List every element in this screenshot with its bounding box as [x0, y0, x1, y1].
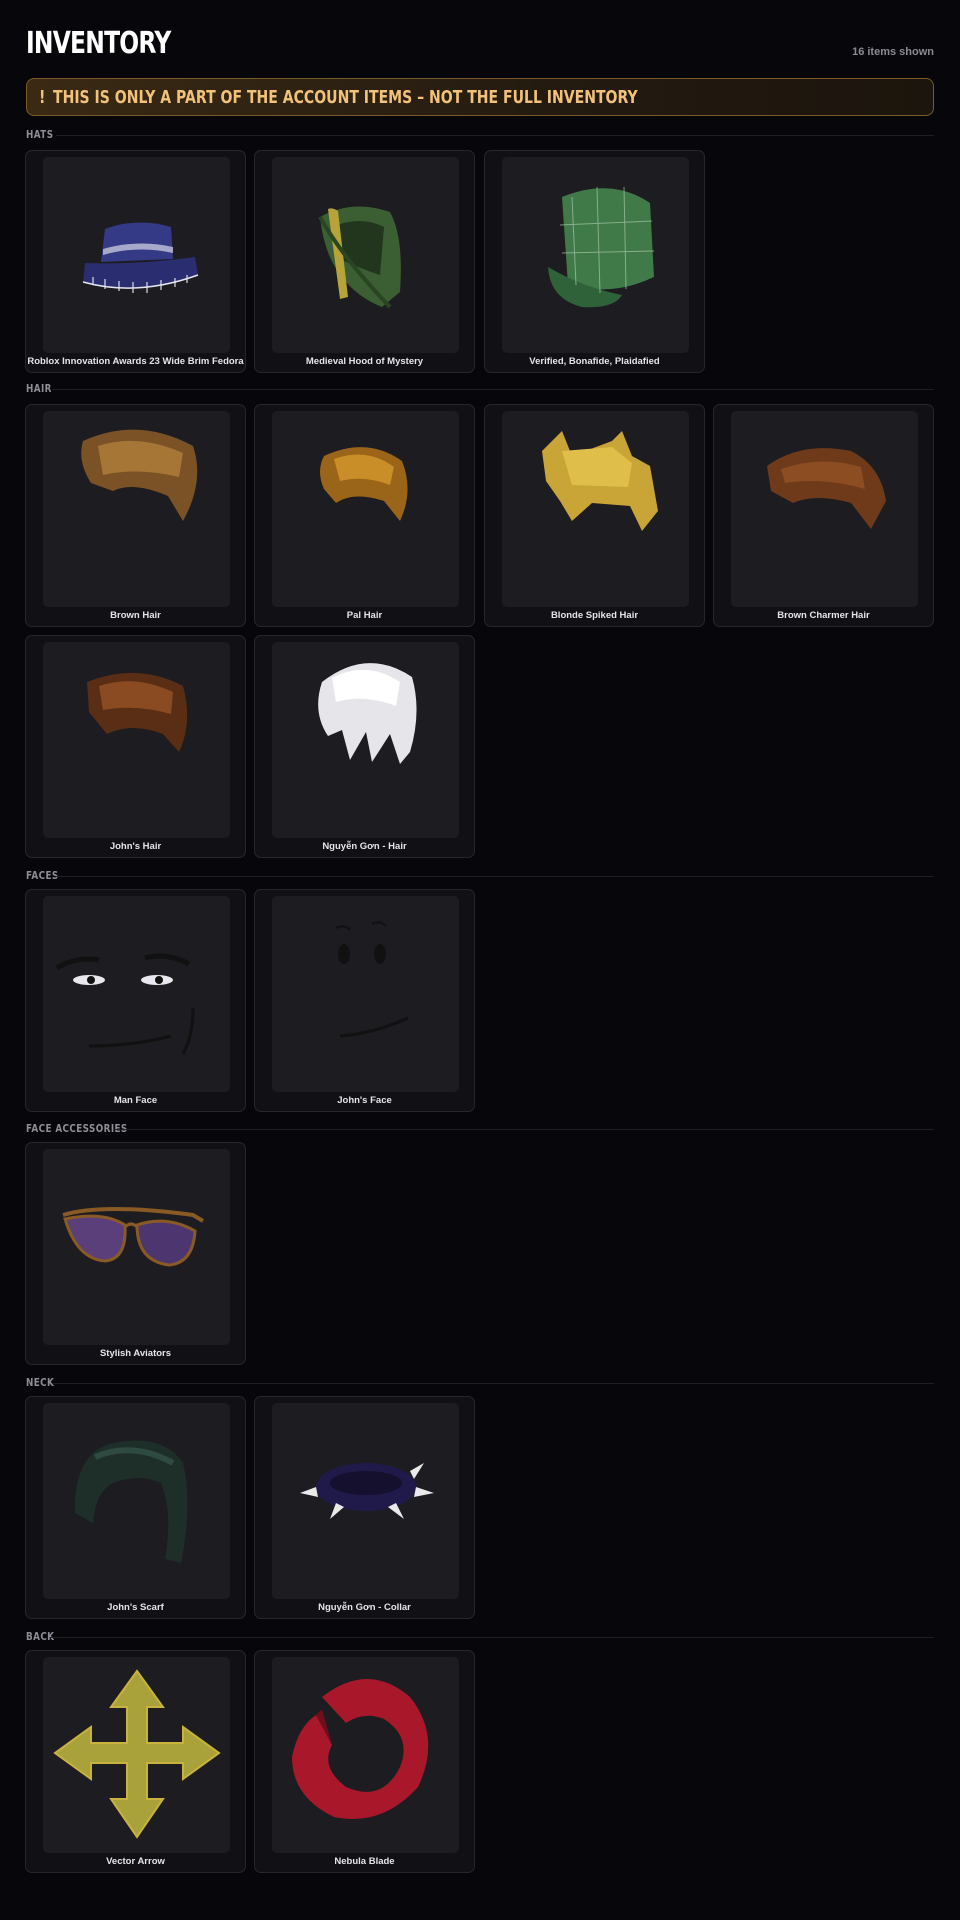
scarf-icon — [43, 1403, 230, 1599]
item-card[interactable]: Brown Hair — [25, 404, 246, 627]
item-card[interactable]: John's Face — [254, 889, 475, 1112]
item-card[interactable]: Roblox Innovation Awards 23 Wide Brim Fe… — [25, 150, 246, 373]
item-card[interactable]: Nguyễn Gơn - Hair — [254, 635, 475, 858]
item-name: Medieval Hood of Mystery — [305, 356, 424, 367]
item-card[interactable]: Stylish Aviators — [25, 1142, 246, 1365]
item-name: Verified, Bonafide, Plaidafied — [529, 356, 660, 367]
item-card[interactable]: Blonde Spiked Hair — [484, 404, 705, 627]
item-card[interactable]: John's Hair — [25, 635, 246, 858]
item-name: Blonde Spiked Hair — [550, 610, 639, 621]
hair-icon — [43, 411, 230, 607]
fedora-icon — [43, 157, 230, 353]
warning-banner: ! THIS IS ONLY A PART OF THE ACCOUNT ITE… — [26, 78, 934, 116]
item-name: Nguyễn Gơn - Collar — [318, 1602, 411, 1613]
item-name: Stylish Aviators — [99, 1348, 172, 1359]
warning-text: THIS IS ONLY A PART OF THE ACCOUNT ITEMS… — [53, 86, 638, 108]
divider — [52, 389, 934, 390]
divider — [56, 135, 934, 136]
header: INVENTORY 16 items shown — [26, 26, 934, 66]
man-face-icon — [43, 896, 230, 1092]
aviators-icon — [43, 1149, 230, 1345]
hair-icon — [272, 411, 459, 607]
category-label-face-accessories: FACE ACCESSORIES — [26, 1122, 128, 1135]
item-card[interactable]: Vector Arrow — [25, 1650, 246, 1873]
plaid-cap-icon — [502, 157, 689, 353]
category-label-neck: NECK — [26, 1376, 55, 1389]
smile-face-icon — [272, 896, 459, 1092]
item-name: John's Scarf — [107, 1602, 164, 1613]
divider — [50, 1637, 934, 1638]
item-card[interactable]: Pal Hair — [254, 404, 475, 627]
category-label-faces: FACES — [26, 869, 59, 882]
item-card[interactable]: John's Scarf — [25, 1396, 246, 1619]
item-card[interactable]: Brown Charmer Hair — [713, 404, 934, 627]
hood-icon — [272, 157, 459, 353]
item-name: Roblox Innovation Awards 23 Wide Brim Fe… — [27, 356, 244, 367]
item-name: Vector Arrow — [106, 1856, 165, 1867]
item-name: John's Hair — [109, 841, 162, 852]
item-card[interactable]: Nebula Blade — [254, 1650, 475, 1873]
item-name: Brown Hair — [110, 610, 161, 621]
arrow-cross-icon — [43, 1657, 230, 1853]
item-card[interactable]: Man Face — [25, 889, 246, 1112]
page-title: INVENTORY — [26, 26, 171, 61]
divider — [114, 1129, 934, 1130]
item-name: Brown Charmer Hair — [777, 610, 870, 621]
item-name: John's Face — [337, 1095, 392, 1106]
item-name: Man Face — [113, 1095, 158, 1106]
hair-icon — [43, 642, 230, 838]
item-name: Pal Hair — [346, 610, 383, 621]
item-count: 16 items shown — [852, 46, 934, 58]
item-card[interactable]: Verified, Bonafide, Plaidafied — [484, 150, 705, 373]
item-name: Nguyễn Gơn - Hair — [322, 841, 407, 852]
item-card[interactable]: Nguyễn Gơn - Collar — [254, 1396, 475, 1619]
divider — [52, 1383, 934, 1384]
spiked-hair-icon — [502, 411, 689, 607]
hair-icon — [731, 411, 918, 607]
white-hair-icon — [272, 642, 459, 838]
item-card[interactable]: Medieval Hood of Mystery — [254, 150, 475, 373]
crescent-blade-icon — [272, 1657, 459, 1853]
category-label-hair: HAIR — [26, 382, 52, 395]
category-label-hats: HATS — [26, 128, 54, 141]
divider — [56, 876, 934, 877]
spiked-collar-icon — [272, 1403, 459, 1599]
item-name: Nebula Blade — [334, 1856, 395, 1867]
warning-icon: ! — [39, 86, 46, 108]
